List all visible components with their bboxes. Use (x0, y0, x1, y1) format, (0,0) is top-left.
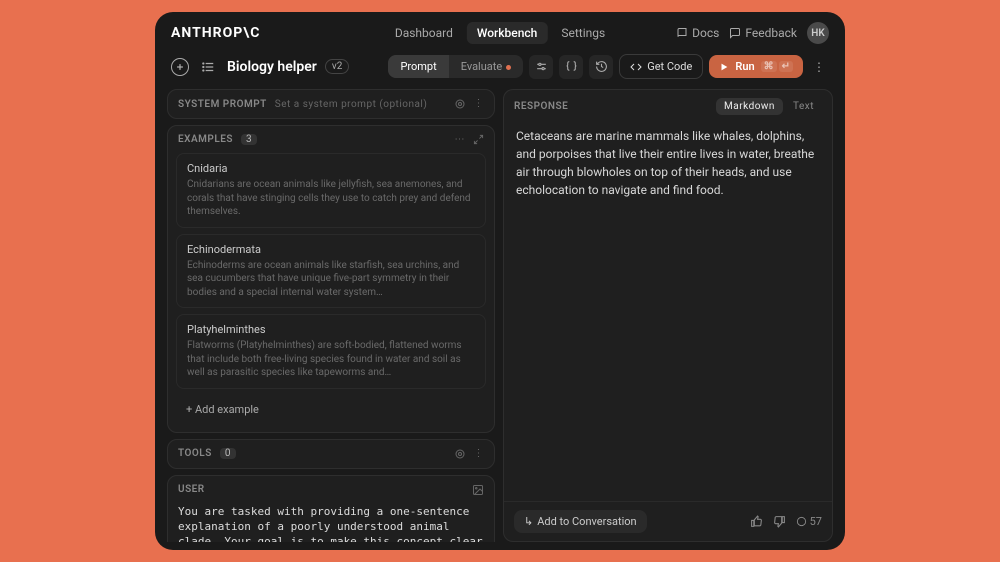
collapse-icon[interactable]: ⋯ (455, 134, 466, 145)
more-icon[interactable]: ⋮ (474, 448, 485, 460)
response-body: Cetaceans are marine mammals like whales… (504, 123, 832, 501)
left-pane: SYSTEM PROMPT Set a system prompt (optio… (167, 89, 495, 542)
list-icon (201, 60, 215, 74)
examples-title: EXAMPLES (178, 134, 233, 145)
user-message-card[interactable]: USER You are tasked with providing a one… (167, 475, 495, 543)
prompt-name[interactable]: Biology helper (227, 59, 317, 75)
more-icon[interactable]: ⋮ (474, 98, 485, 110)
image-icon[interactable] (472, 484, 484, 496)
response-title: RESPONSE (514, 101, 568, 112)
example-body: Cnidarians are ocean animals like jellyf… (187, 178, 475, 219)
example-body: Flatworms (Platyhelminthes) are soft-bod… (187, 339, 475, 380)
braces-icon (565, 60, 578, 73)
variables-button[interactable] (559, 55, 583, 79)
user-message-body[interactable]: You are tasked with providing a one-sent… (168, 498, 494, 543)
thumbs-up-icon[interactable] (750, 515, 763, 528)
plus-icon (175, 62, 185, 72)
tools-title: TOOLS (178, 448, 212, 459)
system-prompt-hint: Set a system prompt (optional) (275, 99, 428, 110)
response-tab-markdown[interactable]: Markdown (716, 98, 783, 115)
example-title: Cnidaria (187, 162, 475, 175)
main-nav: Dashboard Workbench Settings (385, 22, 615, 44)
code-icon (630, 61, 642, 73)
add-to-conversation-button[interactable]: ↳Add to Conversation (514, 510, 647, 533)
top-header: ANTHROP\C Dashboard Workbench Settings D… (155, 12, 845, 50)
history-button[interactable] (589, 55, 613, 79)
token-cost: 57 (796, 515, 822, 528)
app-window: ANTHROP\C Dashboard Workbench Settings D… (155, 12, 845, 550)
examples-count: 3 (241, 134, 257, 145)
system-prompt-title: SYSTEM PROMPT (178, 99, 267, 110)
prompt-toolbar: Biology helper v2 Prompt Evaluate Get Co… (155, 50, 845, 89)
user-avatar[interactable]: HK (807, 22, 829, 44)
thumbs-down-icon[interactable] (773, 515, 786, 528)
prompt-list-button[interactable] (197, 56, 219, 78)
examples-card: EXAMPLES 3 ⋯ Cnidaria Cnidarians are oce… (167, 125, 495, 433)
version-badge[interactable]: v2 (325, 59, 349, 74)
nav-settings[interactable]: Settings (551, 22, 615, 44)
new-prompt-button[interactable] (171, 58, 189, 76)
response-tab-text[interactable]: Text (785, 98, 822, 115)
run-button[interactable]: Run ⌘↵ (709, 55, 803, 78)
example-title: Echinodermata (187, 243, 475, 256)
tools-count: 0 (220, 448, 236, 459)
target-icon[interactable] (454, 98, 466, 110)
nav-dashboard[interactable]: Dashboard (385, 22, 463, 44)
feedback-link[interactable]: Feedback (729, 26, 797, 40)
nav-workbench[interactable]: Workbench (467, 22, 547, 44)
get-code-button[interactable]: Get Code (619, 54, 703, 79)
system-prompt-card[interactable]: SYSTEM PROMPT Set a system prompt (optio… (167, 89, 495, 119)
evaluate-indicator-dot (506, 65, 511, 70)
example-title: Platyhelminthes (187, 323, 475, 336)
docs-link[interactable]: Docs (676, 26, 719, 40)
tab-evaluate[interactable]: Evaluate (449, 55, 524, 78)
arrow-icon: ↳ (524, 515, 533, 528)
more-menu-button[interactable]: ⋮ (809, 60, 829, 74)
sliders-icon (535, 60, 548, 73)
example-item[interactable]: Cnidaria Cnidarians are ocean animals li… (176, 153, 486, 228)
example-body: Echinoderms are ocean animals like starf… (187, 259, 475, 300)
tab-prompt[interactable]: Prompt (388, 55, 448, 78)
mode-segmented: Prompt Evaluate (388, 55, 523, 78)
example-item[interactable]: Platyhelminthes Flatworms (Platyhelminth… (176, 314, 486, 389)
example-item[interactable]: Echinodermata Echinoderms are ocean anim… (176, 234, 486, 309)
history-icon (595, 60, 608, 73)
run-shortcut: ⌘↵ (761, 61, 793, 72)
content-area: SYSTEM PROMPT Set a system prompt (optio… (155, 89, 845, 550)
play-icon (719, 62, 729, 72)
add-example-button[interactable]: + Add example (176, 395, 486, 424)
user-title: USER (178, 484, 205, 495)
coin-icon (796, 516, 807, 527)
tools-card[interactable]: TOOLS 0 ⋮ (167, 439, 495, 469)
chat-icon (729, 27, 741, 39)
target-icon[interactable] (454, 448, 466, 460)
logo: ANTHROP\C (171, 25, 260, 41)
book-icon (676, 27, 688, 39)
model-settings-button[interactable] (529, 55, 553, 79)
expand-icon[interactable] (473, 134, 484, 145)
response-pane: RESPONSE Markdown Text Cetaceans are mar… (503, 89, 833, 542)
